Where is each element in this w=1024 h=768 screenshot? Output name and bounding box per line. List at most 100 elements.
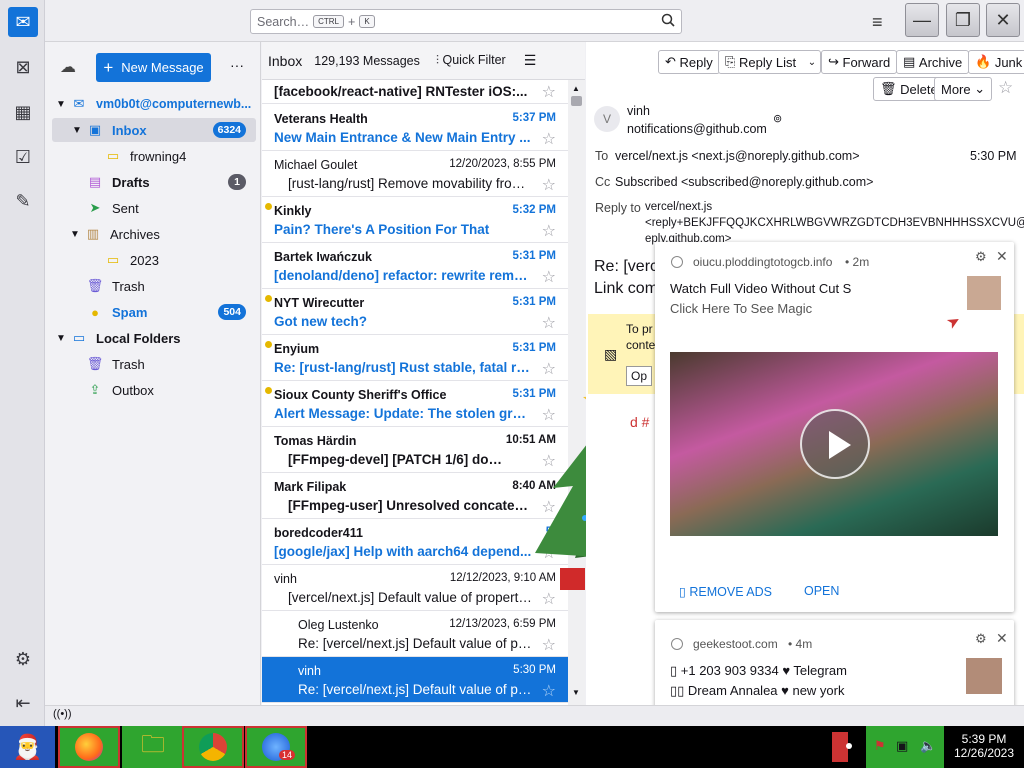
site-icon xyxy=(671,638,683,650)
star-icon[interactable]: ☆ xyxy=(542,221,556,241)
forward-button[interactable]: ↪ Forward xyxy=(821,50,898,74)
start-button[interactable]: 🎅 xyxy=(0,726,55,768)
folder-2023[interactable]: ▭ 2023 xyxy=(104,248,159,272)
folder-icon: 🗀 xyxy=(141,730,165,758)
cc-address[interactable]: Subscribed <subscribed@noreply.github.co… xyxy=(615,175,873,189)
star-icon[interactable]: ☆ xyxy=(542,635,556,655)
reply-to-name[interactable]: vercel/next.js xyxy=(645,201,712,213)
taskbar-thunderbird[interactable]: 14 xyxy=(245,726,307,768)
ad-popup[interactable]: oiucu.ploddingtotogcb.info • 2m ⚙ ✕ Watc… xyxy=(655,242,1014,612)
contact-icon[interactable]: ⊚ xyxy=(773,112,782,125)
more-button[interactable]: More ⌄ xyxy=(934,77,993,101)
ad-open-button[interactable]: OPEN xyxy=(804,584,839,598)
search-input[interactable]: Search… CTRL + K xyxy=(250,9,682,34)
close-window-button[interactable]: ✕ xyxy=(986,3,1020,37)
clock-date: 12/26/2023 xyxy=(953,746,1015,760)
folder-sent[interactable]: ➤ Sent xyxy=(86,196,139,220)
message-row[interactable]: [facebook/react-native] RNTester iOS:...… xyxy=(262,80,568,104)
ad-close-icon[interactable]: ✕ xyxy=(996,248,1008,265)
message-row[interactable]: Kinkly 5:32 PM Pain? There's A Position Fo… xyxy=(262,197,568,243)
reply-button[interactable]: ↶ Reply xyxy=(658,50,720,74)
taskbar-chrome[interactable] xyxy=(182,726,244,768)
ad-close-icon[interactable]: ✕ xyxy=(996,630,1008,647)
calendar-icon[interactable]: ▦ xyxy=(8,97,38,127)
site-icon xyxy=(671,256,683,268)
ad-title: Watch Full Video Without Cut S xyxy=(670,281,852,296)
address-book-icon[interactable]: ⊠ xyxy=(8,52,38,82)
junk-button[interactable]: 🔥 Junk xyxy=(968,50,1024,74)
reply-list-button[interactable]: ⎘ Reply List ⌄ xyxy=(718,50,822,74)
message-row[interactable]: NYT Wirecutter 5:31 PM Got new tech? ☆ xyxy=(262,289,568,335)
message-row[interactable]: Oleg Lustenko 12/13/2023, 6:59 PM Re: [ver… xyxy=(262,611,568,657)
shortcut-plus: + xyxy=(348,14,356,29)
get-messages-icon[interactable]: ☁ xyxy=(60,57,76,77)
clock[interactable]: 5:39 PM 12/26/2023 xyxy=(944,726,1024,768)
chat-icon[interactable]: ✎ xyxy=(8,186,38,216)
search-icon[interactable] xyxy=(661,13,675,30)
app-menu-icon[interactable]: ≡ xyxy=(872,12,883,33)
folder-outbox[interactable]: ⇪ Outbox xyxy=(86,378,154,402)
star-icon[interactable]: ☆ xyxy=(542,681,556,701)
volume-icon[interactable]: 🔈 xyxy=(920,738,936,754)
status-bar: ((•)) xyxy=(45,705,1024,726)
message-link-text: Link com xyxy=(594,280,659,297)
remove-ads-button[interactable]: ▯ REMOVE ADS xyxy=(679,584,772,599)
star-message-icon[interactable]: ☆ xyxy=(998,78,1013,98)
taskbar-file-explorer[interactable]: 🗀 xyxy=(122,726,184,768)
to-address[interactable]: vercel/next.js <next.js@noreply.github.c… xyxy=(615,149,860,163)
tray-dot xyxy=(846,743,852,749)
mail-space-icon[interactable]: ✉ xyxy=(8,7,38,37)
reply-to-address[interactable]: <reply+BEKJFFQQJKCXHRLWBGVWRZGDTCDH3EVBN… xyxy=(645,217,1024,229)
chevron-down-icon[interactable]: ⌄ xyxy=(808,57,816,68)
tasks-icon[interactable]: ☑ xyxy=(8,142,38,172)
unread-dot xyxy=(265,387,272,394)
flag-icon[interactable]: ⚑ xyxy=(874,738,886,754)
message-row[interactable]: Veterans Health 5:37 PM New Main Entrance … xyxy=(262,105,568,151)
ad-thumbnail xyxy=(966,658,1002,694)
clock-time: 5:39 PM xyxy=(961,732,1007,746)
quick-filter-button[interactable]: ⫶ Quick Filter xyxy=(436,53,506,68)
unread-dot xyxy=(265,295,272,302)
chrome-icon xyxy=(199,733,227,761)
folder-frowning4[interactable]: ▭ frowning4 xyxy=(104,144,187,168)
minimize-button[interactable]: — xyxy=(905,3,939,37)
message-count: 129,193 Messages xyxy=(314,53,420,68)
archive-button[interactable]: ▤ Archive xyxy=(896,50,970,74)
account-row[interactable]: ▼ ✉ vm0b0t@computernewb... xyxy=(56,92,256,116)
taskbar-firefox[interactable] xyxy=(58,726,120,768)
star-icon[interactable]: ☆ xyxy=(542,267,556,287)
list-options-icon[interactable]: ☰ xyxy=(524,52,537,69)
online-status-icon[interactable]: ((•)) xyxy=(53,708,72,720)
folder-spam[interactable]: ● Spam 504 xyxy=(86,300,256,324)
star-icon[interactable]: ☆ xyxy=(542,313,556,333)
sender-email[interactable]: notifications@github.com xyxy=(627,122,767,136)
folder-trash[interactable]: 🗑 Trash xyxy=(86,274,145,298)
folder-local-folders[interactable]: ▼ ▭ Local Folders xyxy=(56,326,181,350)
folder-pane-menu-icon[interactable]: ··· xyxy=(230,57,244,73)
remote-content-options-button[interactable]: Op xyxy=(626,366,653,386)
maximize-button[interactable]: ❐ xyxy=(946,3,980,37)
ad-popup-2[interactable]: geekestoot.com • 4m ⚙ ✕ ▯ +1 203 903 933… xyxy=(655,620,1014,712)
collapse-spaces-icon[interactable]: ⇤ xyxy=(8,688,38,718)
message-row[interactable]: Bartek Iwańczuk 5:31 PM [denoland/deno] re… xyxy=(262,243,568,289)
ad-video-thumbnail[interactable] xyxy=(670,352,998,536)
message-row-selected[interactable]: vinh 5:30 PM Re: [vercel/next.js] Default … xyxy=(262,657,568,703)
ad-settings-icon[interactable]: ⚙ xyxy=(975,249,987,265)
settings-gear-icon[interactable]: ⚙ xyxy=(8,644,38,674)
ad-settings-icon[interactable]: ⚙ xyxy=(975,631,987,647)
new-message-button[interactable]: + New Message xyxy=(96,53,211,82)
folder-local-trash[interactable]: 🗑 Trash xyxy=(86,352,145,376)
cc-label: Cc xyxy=(595,175,611,189)
folder-archives[interactable]: ▼ ▥ Archives xyxy=(70,222,160,246)
message-row[interactable]: Michael Goulet 12/20/2023, 8:55 PM [rust-l… xyxy=(262,151,568,197)
folder-drafts[interactable]: ▤ Drafts 1 xyxy=(86,170,256,194)
network-icon[interactable]: ▣ xyxy=(896,738,908,754)
sender-name[interactable]: vinh xyxy=(627,104,650,118)
remote-content-icon: ▧ xyxy=(604,346,618,362)
reply-to-label: Reply to xyxy=(595,201,641,215)
star-icon[interactable]: ☆ xyxy=(542,175,556,195)
folder-inbox[interactable]: ▼ ▣ Inbox 6324 xyxy=(52,118,256,142)
star-icon[interactable]: ☆ xyxy=(542,82,556,102)
star-icon[interactable]: ☆ xyxy=(542,129,556,149)
play-icon[interactable] xyxy=(800,409,870,479)
